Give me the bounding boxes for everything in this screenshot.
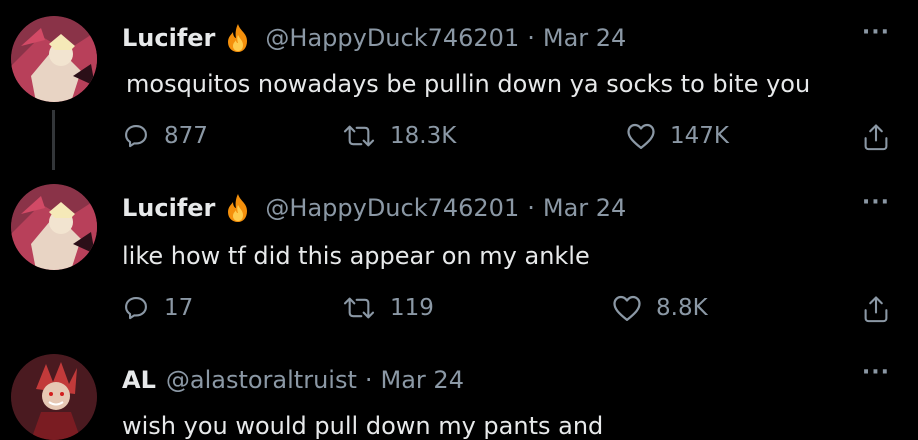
tweet-2[interactable]: Lucifer @HappyDuck746201 · Mar 24 ··· li… [0, 170, 918, 340]
like-count: 8.8K [656, 295, 708, 321]
display-name[interactable]: AL [122, 366, 156, 394]
fire-emoji-icon [225, 23, 251, 53]
retweet-count: 119 [390, 295, 434, 321]
avatar[interactable] [11, 16, 97, 102]
tweet-date[interactable]: Mar 24 [381, 366, 464, 394]
retweet-icon [343, 297, 375, 319]
separator-dot: · [527, 24, 535, 52]
retweet-icon [343, 125, 375, 147]
heart-icon [613, 295, 641, 321]
tweet-date[interactable]: Mar 24 [543, 24, 626, 52]
like-button[interactable]: 147K [626, 122, 729, 150]
avatar-column [11, 184, 97, 270]
reply-icon [125, 297, 147, 320]
retweet-count: 18.3K [390, 123, 457, 149]
tweet-actions: 877 18.3K 147K [0, 122, 918, 162]
separator-dot: · [364, 366, 373, 394]
user-handle[interactable]: @HappyDuck746201 [265, 24, 519, 52]
display-name[interactable]: Lucifer [122, 24, 215, 52]
tweet-text: like how tf did this appear on my ankle [122, 242, 590, 270]
share-button[interactable] [862, 122, 890, 152]
display-name[interactable]: Lucifer [122, 194, 215, 222]
share-icon [864, 296, 888, 323]
share-button[interactable] [862, 294, 890, 324]
retweet-button[interactable]: 18.3K [342, 122, 456, 150]
tweet-text: mosquitos nowadays be pullin down ya soc… [126, 70, 811, 98]
tweet-text: wish you would pull down my pants and [122, 412, 604, 440]
reply-button[interactable]: 17 [122, 294, 193, 322]
reply-button[interactable]: 877 [122, 122, 208, 150]
heart-icon [627, 123, 655, 149]
more-options-icon[interactable]: ··· [862, 20, 890, 45]
avatar[interactable] [11, 184, 97, 270]
separator-dot: · [527, 194, 535, 222]
avatar[interactable] [11, 354, 97, 440]
tweet-3[interactable]: AL @alastoraltruist · Mar 24 ··· wish yo… [0, 340, 918, 440]
tweet-header: Lucifer @HappyDuck746201 · Mar 24 [122, 20, 626, 56]
like-count: 147K [670, 123, 729, 149]
avatar-column [11, 354, 97, 440]
retweet-button[interactable]: 119 [342, 294, 434, 322]
user-handle[interactable]: @HappyDuck746201 [265, 194, 519, 222]
reply-icon [125, 125, 147, 148]
avatar-column [11, 16, 97, 102]
tweet-date[interactable]: Mar 24 [543, 194, 626, 222]
fire-emoji-icon [225, 193, 251, 223]
tweet-header: AL @alastoraltruist · Mar 24 [122, 362, 464, 398]
share-icon [864, 124, 888, 151]
more-options-icon[interactable]: ··· [862, 360, 890, 385]
tweet-header: Lucifer @HappyDuck746201 · Mar 24 [122, 190, 626, 226]
tweet-actions: 17 119 8.8K [0, 294, 918, 334]
reply-count: 877 [164, 123, 208, 149]
like-button[interactable]: 8.8K [612, 294, 708, 322]
tweet-1[interactable]: Lucifer @HappyDuck746201 · Mar 24 ··· mo… [0, 0, 918, 170]
user-handle[interactable]: @alastoraltruist [166, 366, 357, 394]
more-options-icon[interactable]: ··· [862, 190, 890, 215]
reply-count: 17 [164, 295, 194, 321]
